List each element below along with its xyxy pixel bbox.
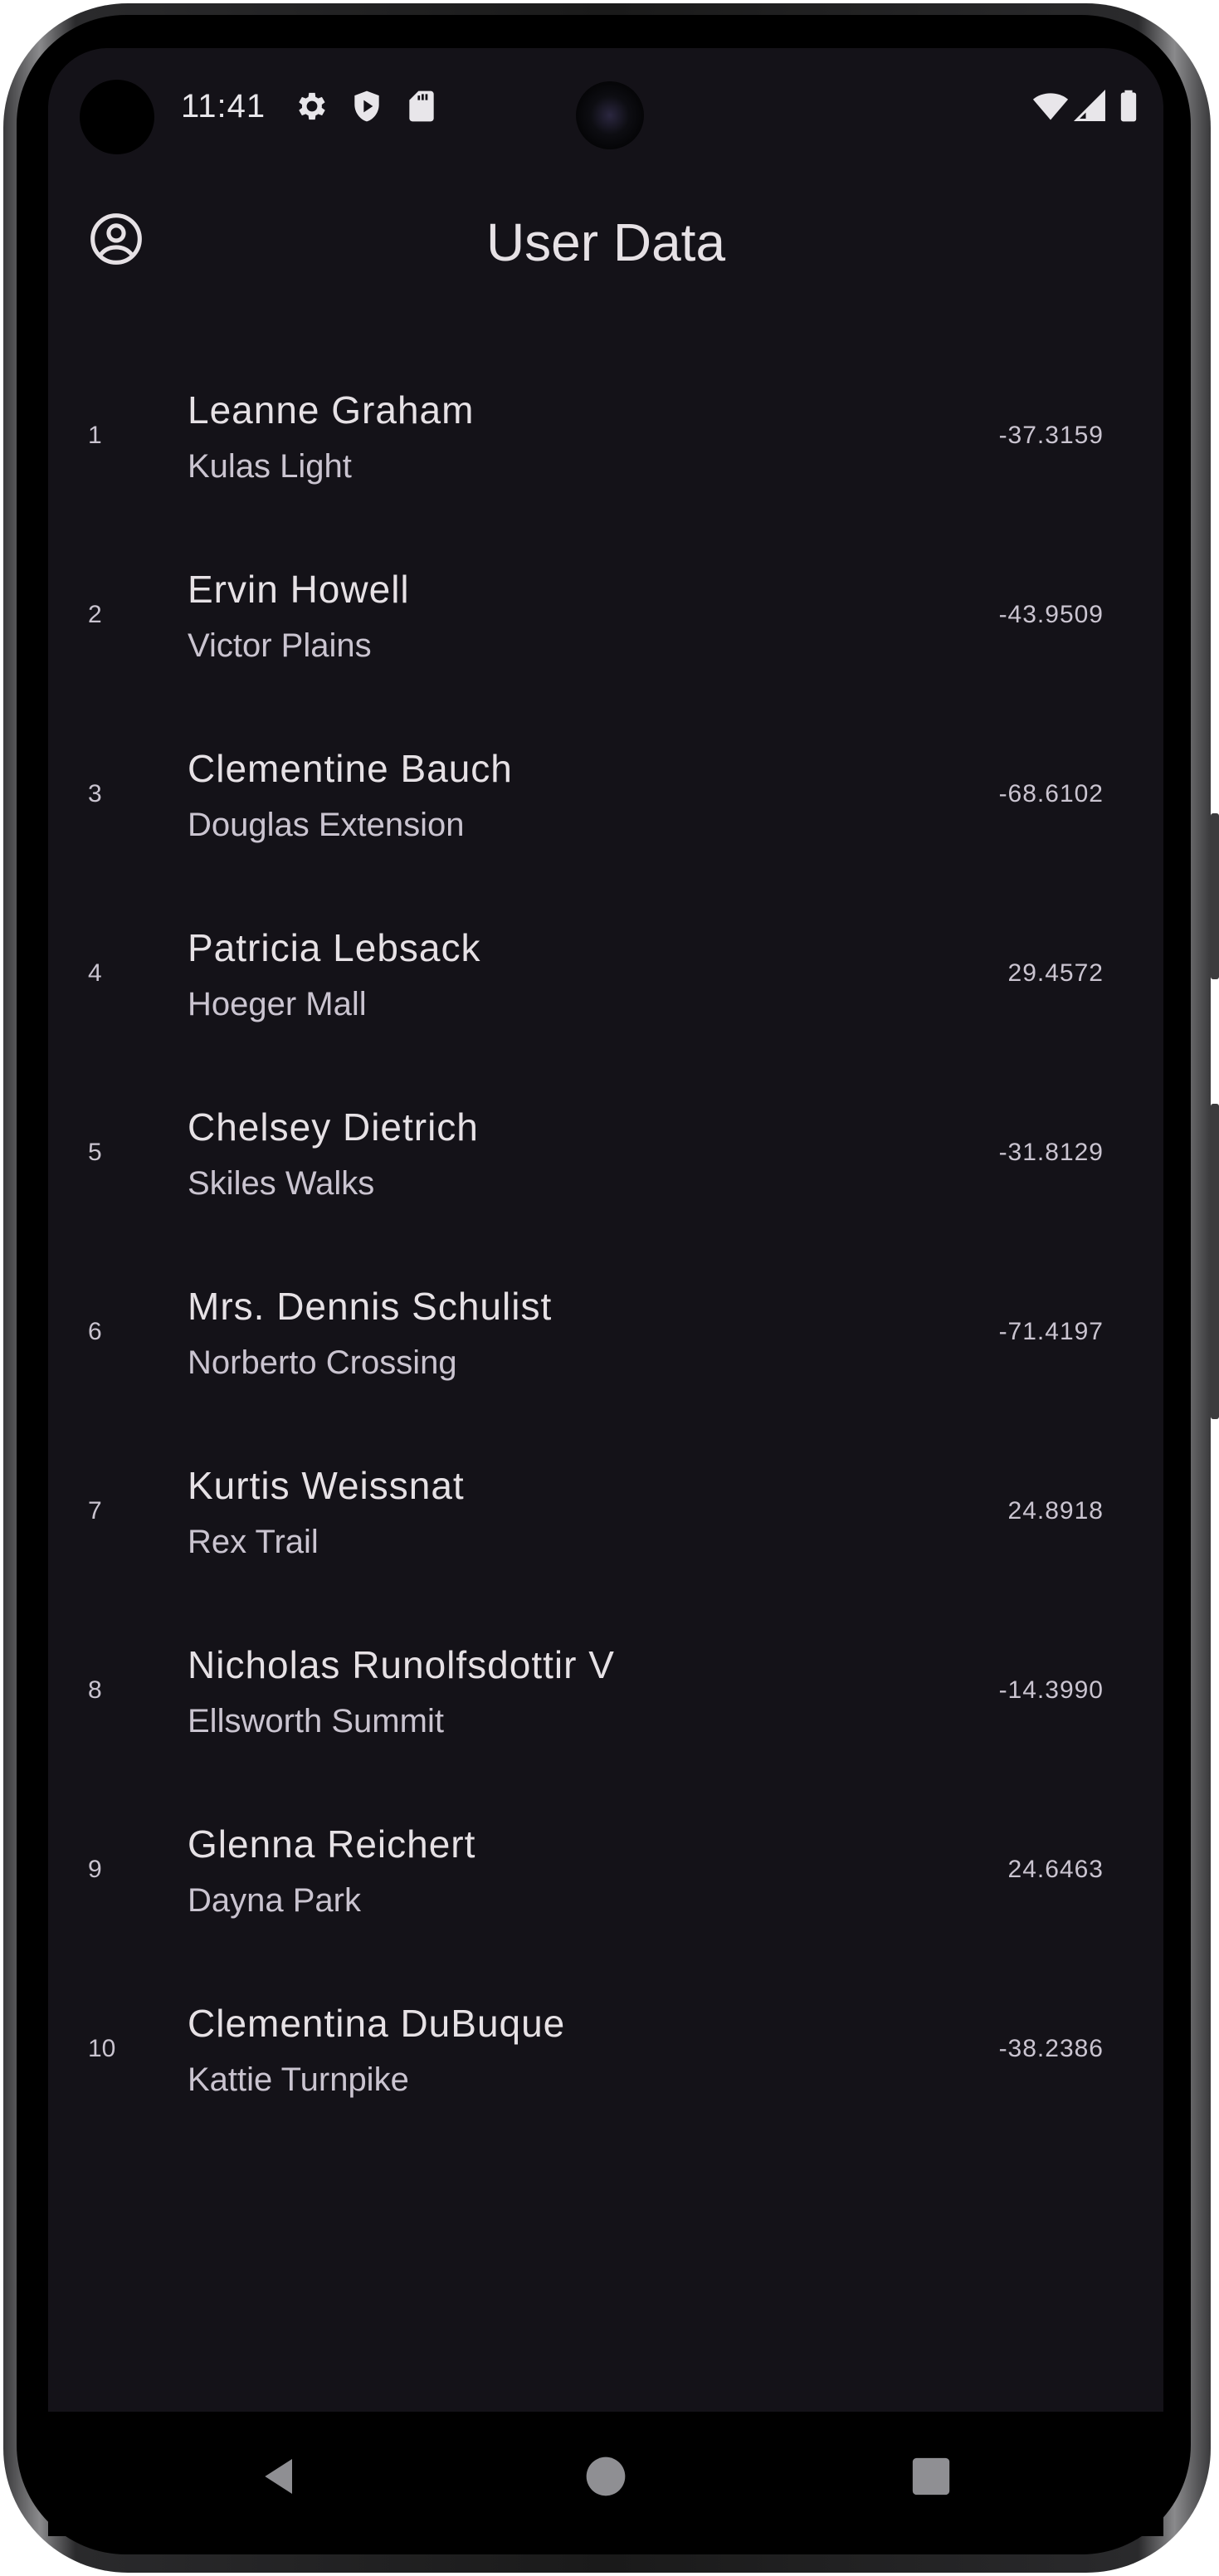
item-index: 4 — [88, 959, 102, 987]
item-street: Ellsworth Summit — [188, 1703, 444, 1739]
item-street: Dayna Park — [188, 1882, 361, 1919]
list-item[interactable]: 10 Clementina DuBuque Kattie Turnpike -3… — [48, 1962, 1163, 2141]
item-value: -31.8129 — [998, 1139, 1104, 1166]
shield-play-icon — [354, 90, 379, 122]
recents-icon[interactable] — [908, 2453, 954, 2500]
screen: 11:41 User Data 1 Leanne Graham Kulas Li… — [48, 48, 1163, 2412]
item-street: Douglas Extension — [188, 807, 465, 843]
item-index: 6 — [88, 1318, 102, 1345]
item-value: 24.6463 — [1007, 1856, 1104, 1883]
item-value: 29.4572 — [1007, 959, 1104, 987]
item-value: -38.2386 — [998, 2035, 1104, 2062]
item-street: Skiles Walks — [188, 1165, 375, 1202]
list-item[interactable]: 8 Nicholas Runolfsdottir V Ellsworth Sum… — [48, 1603, 1163, 1783]
item-name: Clementine Bauch — [188, 747, 513, 790]
item-street: Kattie Turnpike — [188, 2061, 409, 2098]
item-name: Leanne Graham — [188, 388, 475, 432]
user-list: 1 Leanne Graham Kulas Light -37.3159 2 E… — [48, 349, 1163, 2141]
item-street: Rex Trail — [188, 1524, 319, 1560]
wifi-icon — [1032, 93, 1069, 120]
item-index: 7 — [88, 1497, 102, 1525]
sd-card-icon — [409, 90, 434, 122]
app-bar: User Data — [48, 181, 1163, 305]
camera-cutout — [80, 80, 154, 154]
cellular-signal-icon — [1073, 89, 1105, 121]
list-item[interactable]: 4 Patricia Lebsack Hoeger Mall 29.4572 — [48, 886, 1163, 1066]
item-index: 5 — [88, 1139, 102, 1166]
battery-icon — [1120, 90, 1137, 122]
list-item[interactable]: 7 Kurtis Weissnat Rex Trail 24.8918 — [48, 1424, 1163, 1603]
list-item[interactable]: 1 Leanne Graham Kulas Light -37.3159 — [48, 349, 1163, 528]
item-index: 9 — [88, 1856, 102, 1883]
item-name: Chelsey Dietrich — [188, 1105, 479, 1149]
item-index: 8 — [88, 1676, 102, 1704]
item-index: 3 — [88, 780, 102, 807]
page-title: User Data — [485, 212, 726, 272]
item-value: -43.9509 — [998, 601, 1104, 628]
item-index: 10 — [88, 2035, 116, 2062]
back-icon[interactable] — [257, 2453, 304, 2500]
item-value: -68.6102 — [998, 780, 1104, 807]
item-value: -37.3159 — [998, 422, 1104, 449]
item-name: Nicholas Runolfsdottir V — [188, 1643, 615, 1686]
list-item[interactable]: 2 Ervin Howell Victor Plains -43.9509 — [48, 528, 1163, 707]
list-item[interactable]: 5 Chelsey Dietrich Skiles Walks -31.8129 — [48, 1066, 1163, 1245]
status-time: 11:41 — [181, 88, 266, 124]
list-item[interactable]: 9 Glenna Reichert Dayna Park 24.6463 — [48, 1783, 1163, 1962]
front-camera — [576, 81, 644, 149]
item-name: Ervin Howell — [188, 568, 410, 611]
home-icon[interactable] — [583, 2453, 629, 2500]
volume-button — [1211, 813, 1219, 979]
navigation-bar — [48, 2412, 1163, 2536]
item-name: Glenna Reichert — [188, 1822, 476, 1866]
item-street: Hoeger Mall — [188, 986, 367, 1022]
power-button — [1211, 1104, 1219, 1419]
item-index: 1 — [88, 422, 102, 449]
item-index: 2 — [88, 601, 102, 628]
item-name: Mrs. Dennis Schulist — [188, 1285, 553, 1328]
item-name: Kurtis Weissnat — [188, 1464, 465, 1507]
item-street: Victor Plains — [188, 627, 372, 664]
item-value: 24.8918 — [1007, 1497, 1104, 1525]
item-value: -71.4197 — [998, 1318, 1104, 1345]
item-name: Patricia Lebsack — [188, 926, 481, 969]
item-value: -14.3990 — [998, 1676, 1104, 1704]
phone-device: 11:41 User Data 1 Leanne Graham Kulas Li… — [0, 0, 1219, 2576]
list-item[interactable]: 6 Mrs. Dennis Schulist Norberto Crossing… — [48, 1245, 1163, 1424]
status-bar: 11:41 — [48, 48, 1163, 156]
item-street: Kulas Light — [188, 448, 352, 485]
item-street: Norberto Crossing — [188, 1344, 457, 1381]
item-name: Clementina DuBuque — [188, 2002, 566, 2045]
list-item[interactable]: 3 Clementine Bauch Douglas Extension -68… — [48, 707, 1163, 886]
gear-icon — [299, 92, 325, 120]
